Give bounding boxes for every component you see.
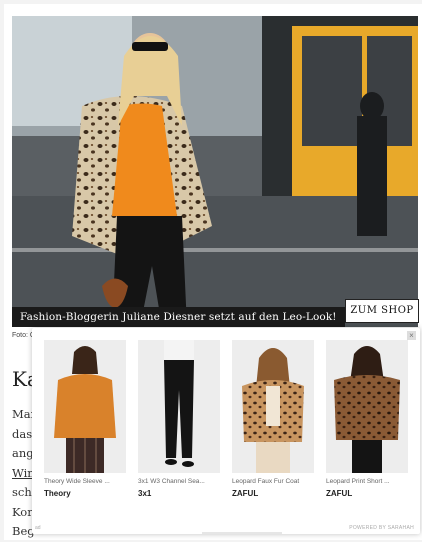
product-brand: ZAFUL xyxy=(326,489,353,498)
product-name: Leopard Faux Fur Coat xyxy=(232,478,300,485)
orange-sweater-icon xyxy=(44,340,126,473)
leopard-jacket-icon xyxy=(326,340,408,473)
product-brand: ZAFUL xyxy=(232,489,259,498)
leopard-coat-icon xyxy=(232,340,314,473)
product-brand: 3x1 xyxy=(138,489,152,498)
scroll-indicator[interactable] xyxy=(202,532,282,534)
product-name: Theory Wide Sleeve ... xyxy=(44,478,110,485)
shop-button[interactable]: ZUM SHOP xyxy=(345,299,419,323)
photo-caption: Fashion-Bloggerin Juliane Diesner setzt … xyxy=(12,307,345,327)
product-name: 3x1 W3 Channel Sea... xyxy=(138,478,205,485)
hero-photo[interactable] xyxy=(12,16,418,327)
product-brand: Theory xyxy=(44,489,71,498)
shop-overlay: × Theory Wide Sleeve ... Theory 3x1 W3 C… xyxy=(32,328,420,534)
product-name: Leopard Print Short ... xyxy=(326,478,390,485)
street-style-photo xyxy=(12,16,418,327)
product-card-3[interactable]: Leopard Faux Fur Coat ZAFUL xyxy=(232,340,314,498)
black-jeans-icon xyxy=(138,340,220,473)
close-icon[interactable]: × xyxy=(407,331,416,340)
powered-by-label: POWERED BY SARAHAH xyxy=(349,525,414,531)
product-card-1[interactable]: Theory Wide Sleeve ... Theory xyxy=(44,340,126,498)
product-card-4[interactable]: Leopard Print Short ... ZAFUL xyxy=(326,340,408,498)
ad-label: ad xyxy=(35,525,41,531)
product-card-2[interactable]: 3x1 W3 Channel Sea... 3x1 xyxy=(138,340,220,498)
